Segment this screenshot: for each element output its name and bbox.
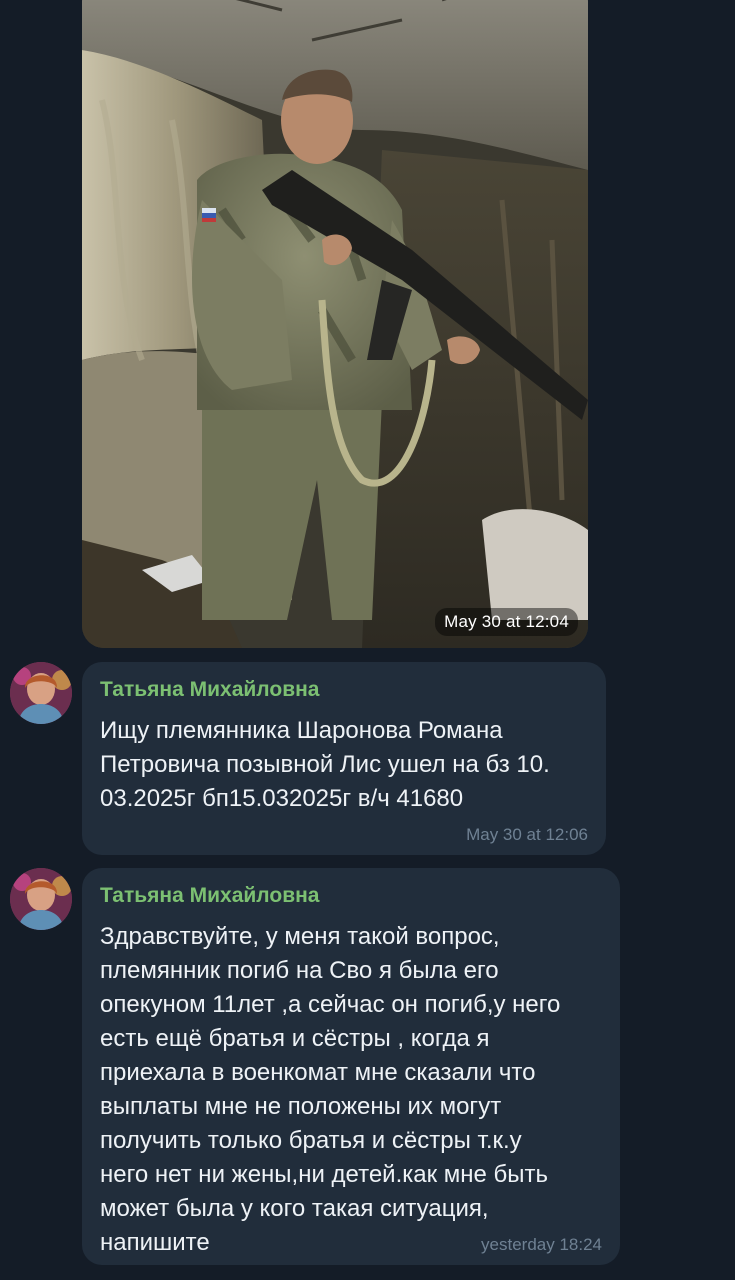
sender-name[interactable]: Татьяна Михайловна xyxy=(100,678,319,702)
photo-image xyxy=(82,0,588,648)
user-avatar-icon xyxy=(10,662,72,724)
message-text: Здравствуйте, у меня такой вопрос, племя… xyxy=(100,923,561,1256)
sender-name[interactable]: Татьяна Михайловна xyxy=(100,884,319,908)
message-bubble[interactable]: Татьяна Михайловна Ищу племянника Шароно… xyxy=(82,662,606,855)
sender-avatar[interactable] xyxy=(10,662,72,724)
message-bubble[interactable]: Татьяна Михайловна Здравствуйте, у меня … xyxy=(82,868,620,1265)
photo-message[interactable]: May 30 at 12:04 xyxy=(82,0,588,648)
photo-timestamp: May 30 at 12:04 xyxy=(435,608,578,636)
message-text: Ищу племянника Шаронова Романа Петровича… xyxy=(100,717,550,812)
message-timestamp: yesterday 18:24 xyxy=(481,1235,602,1254)
user-avatar-icon xyxy=(10,868,72,930)
sender-avatar[interactable] xyxy=(10,868,72,930)
message-timestamp: May 30 at 12:06 xyxy=(466,825,588,844)
chat-screen: May 30 at 12:04 Татьяна Михайловна Ищу п… xyxy=(0,0,735,1280)
